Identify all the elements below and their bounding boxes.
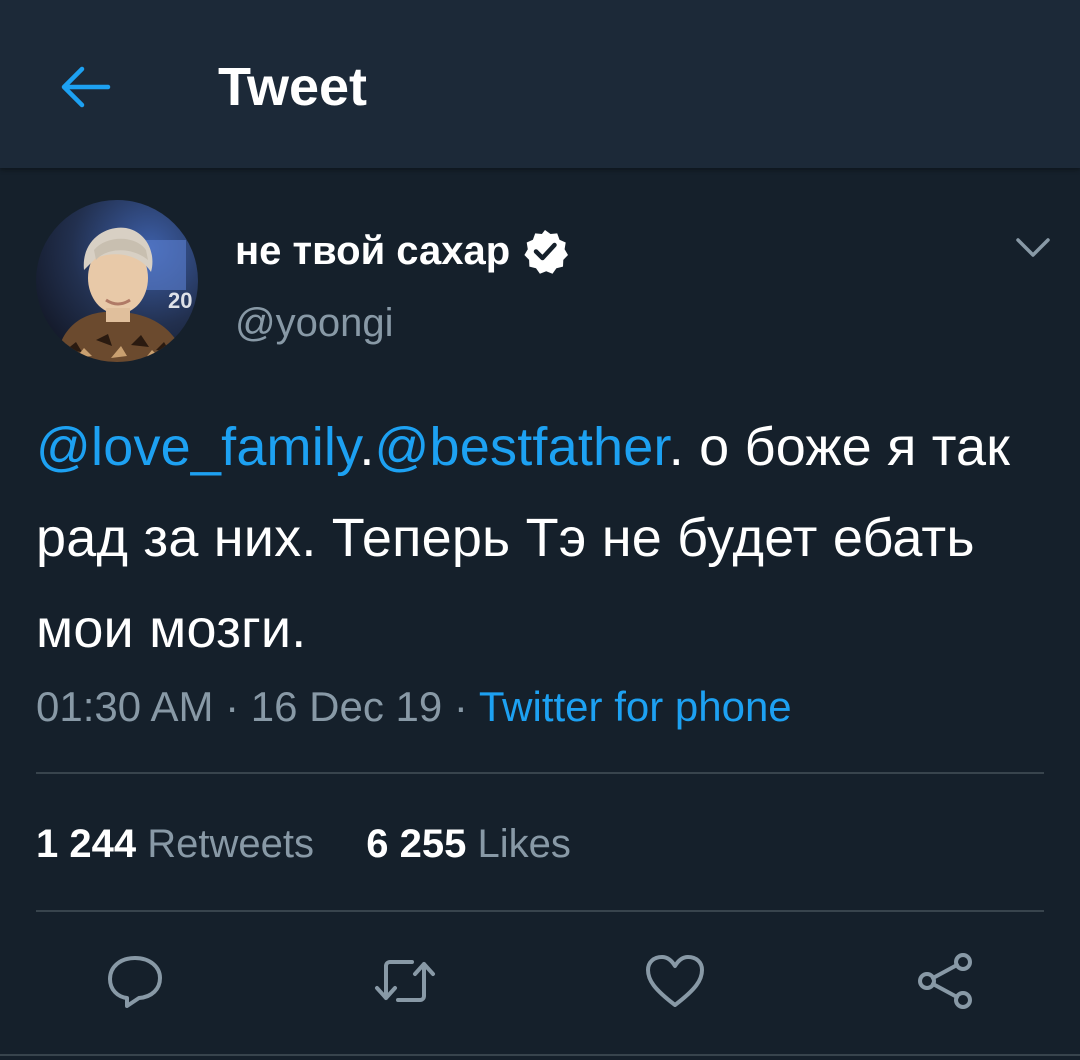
author-name-row[interactable]: не твой сахар xyxy=(235,226,569,276)
tweet-text-separator: . xyxy=(359,417,375,477)
author-handle[interactable]: @yoongi xyxy=(235,298,393,348)
page-title: Tweet xyxy=(218,57,368,117)
top-bar: Tweet xyxy=(0,0,1080,168)
share-button[interactable] xyxy=(910,946,980,1016)
reply-button[interactable] xyxy=(100,946,170,1016)
likes-label: Likes xyxy=(477,822,571,866)
retweets-label: Retweets xyxy=(147,822,314,866)
share-icon xyxy=(918,953,972,1009)
arrow-left-icon xyxy=(61,66,111,108)
like-icon xyxy=(646,955,704,1007)
tweet-stats: 1 244 Retweets 6 255 Likes xyxy=(36,818,571,870)
tweet-time: 01:30 AM xyxy=(36,683,214,730)
reply-icon xyxy=(108,956,162,1008)
avatar-image: 20 xyxy=(36,200,198,362)
divider xyxy=(0,1054,1080,1056)
meta-separator: · xyxy=(442,683,479,730)
like-button[interactable] xyxy=(640,946,710,1016)
verified-badge-icon xyxy=(524,230,569,274)
retweet-button[interactable] xyxy=(370,946,440,1016)
tweet-date: 16 Dec 19 xyxy=(250,683,443,730)
meta-separator: · xyxy=(213,683,251,730)
retweets-count: 1 244 xyxy=(36,822,137,866)
mention-link[interactable]: @bestfather xyxy=(375,417,669,477)
back-button[interactable] xyxy=(50,52,120,122)
avatar[interactable]: 20 xyxy=(36,200,198,362)
divider xyxy=(36,910,1044,912)
tweet-text: @love_family.@bestfather. о боже я так р… xyxy=(36,402,1051,675)
retweet-icon xyxy=(375,960,435,1002)
more-options-button[interactable] xyxy=(1008,226,1058,270)
author-display-name[interactable]: не твой сахар xyxy=(235,226,510,276)
likes-stat[interactable]: 6 255 Likes xyxy=(366,822,571,866)
tweet-meta: 01:30 AM · 16 Dec 19 · Twitter for phone xyxy=(36,680,792,734)
tweet-source-link[interactable]: Twitter for phone xyxy=(479,683,792,730)
likes-count: 6 255 xyxy=(366,822,467,866)
svg-text:20: 20 xyxy=(168,288,192,313)
chevron-down-icon xyxy=(1016,238,1050,257)
divider xyxy=(36,772,1044,774)
retweets-stat[interactable]: 1 244 Retweets xyxy=(36,822,314,866)
mention-link[interactable]: @love_family xyxy=(36,417,359,477)
